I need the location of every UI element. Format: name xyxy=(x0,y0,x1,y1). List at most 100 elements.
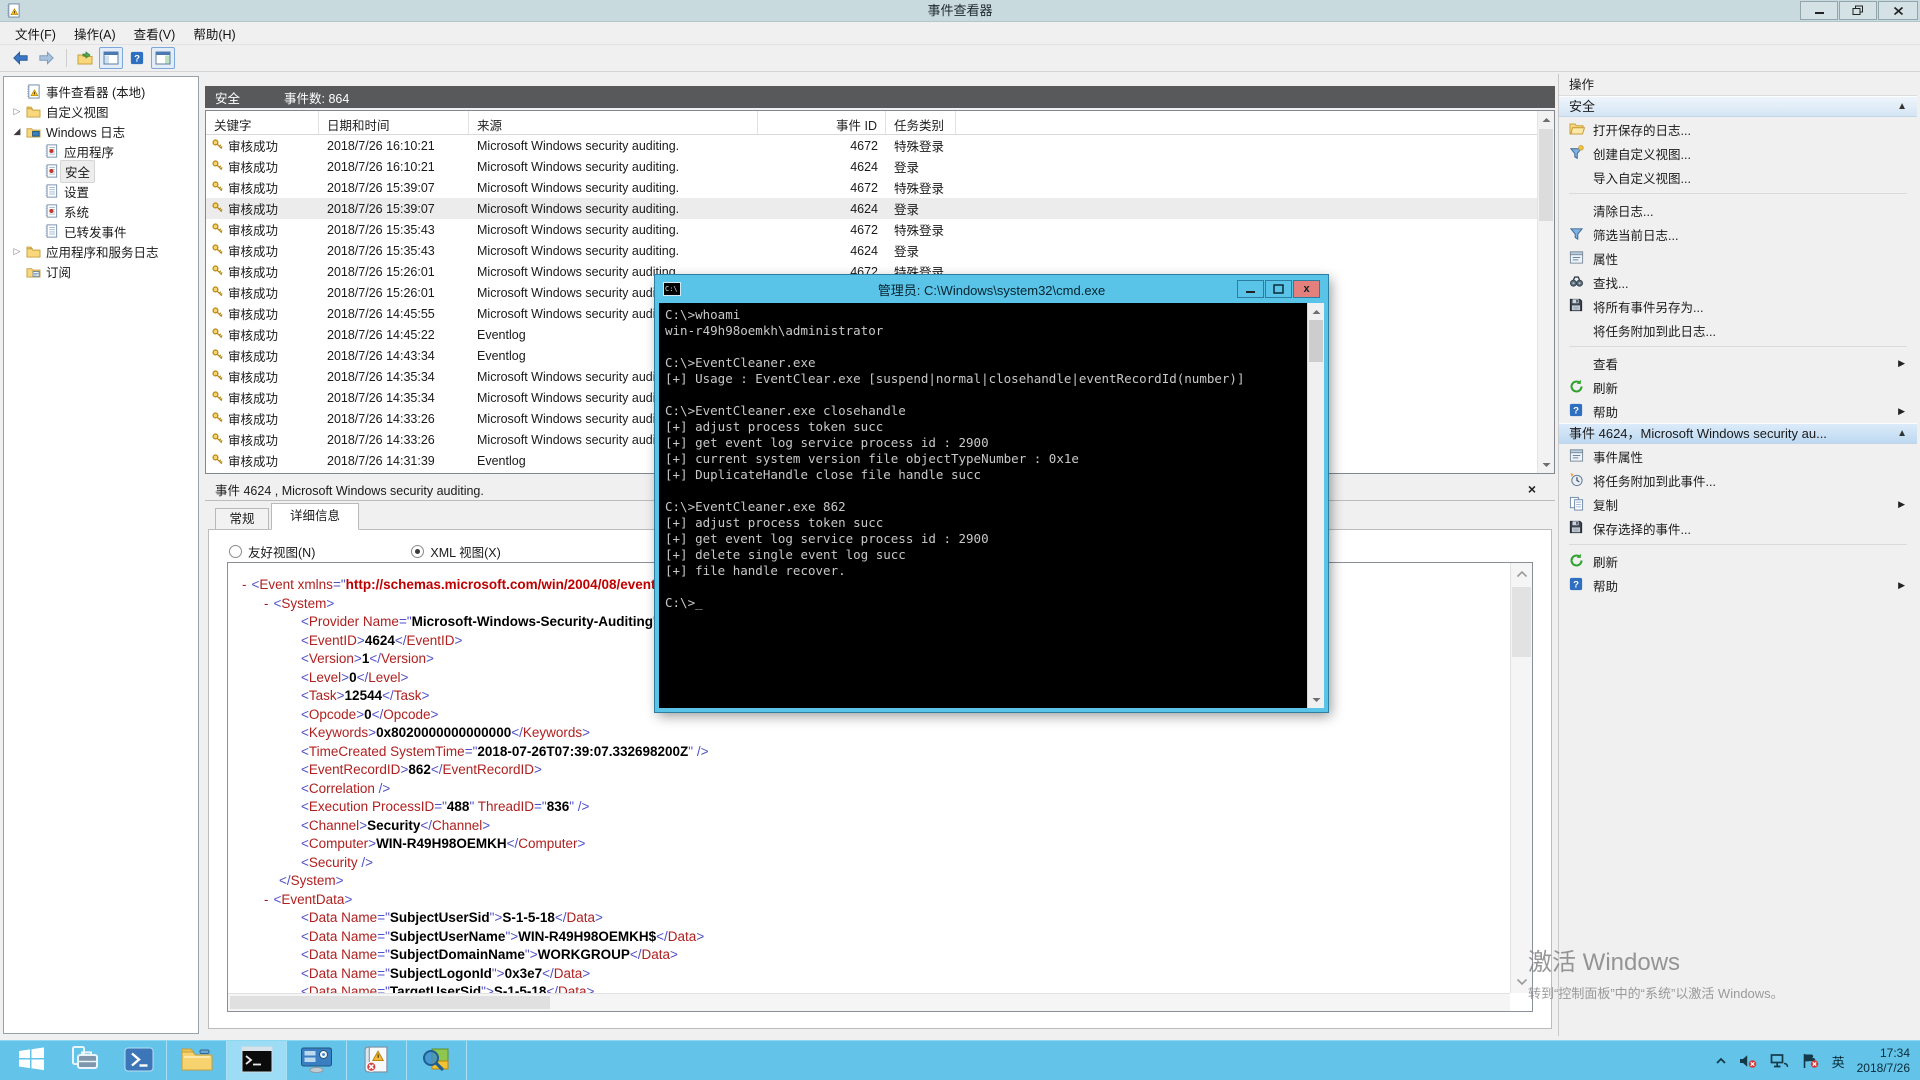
menu-help[interactable]: 帮助(H) xyxy=(184,21,244,46)
scroll-thumb[interactable] xyxy=(1512,587,1531,657)
collapse-section-icon[interactable]: ▲ xyxy=(1897,424,1907,444)
collapse-section-icon[interactable]: ▲ xyxy=(1897,97,1907,117)
flag-error-icon[interactable] xyxy=(1801,1053,1820,1069)
sidebar-item-custom-views[interactable]: ▷自定义视图 xyxy=(4,101,198,121)
scroll-up-button[interactable] xyxy=(1511,563,1532,585)
scroll-down-button[interactable] xyxy=(1511,971,1532,993)
collapse-toggle-icon[interactable]: - xyxy=(264,596,274,611)
volume-muted-icon[interactable] xyxy=(1739,1053,1758,1069)
column-header-1[interactable]: 日期和时间 xyxy=(319,111,469,134)
network-status-icon[interactable] xyxy=(1770,1053,1789,1069)
sidebar-item-system-log[interactable]: 系统 xyxy=(4,201,198,221)
event-row[interactable]: 审核成功2018/7/26 16:10:21Microsoft Windows … xyxy=(206,135,1537,156)
action-item[interactable]: 将所有事件另存为... xyxy=(1559,294,1917,318)
sidebar-item-security-log[interactable]: 安全 xyxy=(4,161,198,181)
clock[interactable]: 17:34 2018/7/26 xyxy=(1857,1046,1910,1076)
action-item[interactable]: 保存选择的事件... xyxy=(1559,516,1917,540)
action-item[interactable]: 刷新 xyxy=(1559,375,1917,399)
action-item[interactable]: 属性 xyxy=(1559,246,1917,270)
detail-close-icon[interactable]: × xyxy=(1523,480,1541,498)
cmd-titlebar[interactable]: C:\ 管理员: C:\Windows\system32\cmd.exe x xyxy=(655,275,1328,303)
tab-details[interactable]: 详细信息 xyxy=(271,503,359,530)
action-item[interactable]: 导入自定义视图... xyxy=(1559,165,1917,189)
column-header-0[interactable]: 关键字 xyxy=(206,111,319,134)
help-button[interactable]: ? xyxy=(125,47,149,69)
back-button[interactable] xyxy=(8,47,32,69)
column-header-2[interactable]: 来源 xyxy=(469,111,758,134)
event-row[interactable]: 审核成功2018/7/26 15:39:07Microsoft Windows … xyxy=(206,177,1537,198)
event-row[interactable]: 审核成功2018/7/26 15:39:07Microsoft Windows … xyxy=(206,198,1537,219)
action-item[interactable]: 打开保存的日志... xyxy=(1559,117,1917,141)
event-row[interactable]: 审核成功2018/7/26 16:10:21Microsoft Windows … xyxy=(206,156,1537,177)
action-item[interactable]: ?帮助▶ xyxy=(1559,573,1917,597)
scroll-thumb[interactable] xyxy=(230,996,550,1009)
xml-view-radio[interactable]: XML 视图(X) xyxy=(411,542,500,561)
start-button[interactable] xyxy=(4,1041,58,1080)
expander-expanded-icon[interactable]: ◢ xyxy=(10,126,24,137)
scroll-down-button[interactable] xyxy=(1308,691,1324,708)
sidebar-item-windows-logs[interactable]: ◢Windows 日志 xyxy=(4,121,198,141)
powershell-button[interactable] xyxy=(112,1041,166,1080)
file-explorer-button[interactable] xyxy=(166,1041,227,1080)
event-row[interactable]: 审核成功2018/7/26 15:35:43Microsoft Windows … xyxy=(206,240,1537,261)
scroll-down-button[interactable] xyxy=(1538,456,1554,473)
scroll-thumb[interactable] xyxy=(1539,129,1553,221)
show-console-tree-button[interactable] xyxy=(99,47,123,69)
tab-general[interactable]: 常规 xyxy=(215,508,269,530)
cmd-maximize-button[interactable] xyxy=(1265,280,1292,298)
scroll-up-button[interactable] xyxy=(1308,303,1324,320)
server-manager-button[interactable] xyxy=(58,1041,112,1080)
action-group-header-0[interactable]: 安全▲ xyxy=(1559,96,1917,117)
restore-button[interactable] xyxy=(1839,1,1877,20)
expander-collapsed-icon[interactable]: ▷ xyxy=(10,246,24,257)
sidebar-item-subscriptions[interactable]: 订阅 xyxy=(4,261,198,281)
expander-collapsed-icon[interactable]: ▷ xyxy=(10,106,24,117)
action-item[interactable]: 筛选当前日志... xyxy=(1559,222,1917,246)
action-item[interactable]: 将任务附加到此日志... xyxy=(1559,318,1917,342)
action-item[interactable]: 将任务附加到此事件... xyxy=(1559,468,1917,492)
scroll-thumb[interactable] xyxy=(1309,320,1323,362)
event-row[interactable]: 审核成功2018/7/26 15:35:43Microsoft Windows … xyxy=(206,219,1537,240)
list-scrollbar[interactable] xyxy=(1537,111,1554,473)
language-indicator[interactable]: 英 xyxy=(1832,1052,1845,1071)
action-item[interactable]: 创建自定义视图... xyxy=(1559,141,1917,165)
cmd-window[interactable]: C:\ 管理员: C:\Windows\system32\cmd.exe x C… xyxy=(655,275,1328,712)
console-output[interactable]: C:\>whoami win-r49h98oemkh\administrator… xyxy=(659,303,1324,708)
action-item[interactable]: 复制▶ xyxy=(1559,492,1917,516)
action-group-header-1[interactable]: 事件 4624，Microsoft Windows security au...… xyxy=(1559,423,1917,444)
action-item[interactable]: 清除日志... xyxy=(1559,198,1917,222)
close-button[interactable] xyxy=(1878,1,1918,20)
console-scrollbar[interactable] xyxy=(1307,303,1324,708)
menu-action[interactable]: 操作(A) xyxy=(65,21,125,46)
sidebar-item-setup-log[interactable]: 设置 xyxy=(4,181,198,201)
column-header-3[interactable]: 事件 ID xyxy=(758,111,886,134)
sidebar-item-forwarded-events-log[interactable]: 已转发事件 xyxy=(4,221,198,241)
forward-button[interactable] xyxy=(34,47,58,69)
column-header-4[interactable]: 任务类别 xyxy=(886,111,956,134)
action-item[interactable]: 事件属性 xyxy=(1559,444,1917,468)
command-prompt-button[interactable] xyxy=(226,1041,287,1080)
scroll-up-button[interactable] xyxy=(1538,111,1554,128)
cmd-minimize-button[interactable] xyxy=(1237,280,1264,298)
xml-hscrollbar[interactable] xyxy=(228,993,1510,1011)
collapse-toggle-icon[interactable]: - xyxy=(242,577,252,592)
system-tool-button[interactable] xyxy=(406,1041,467,1080)
event-viewer-button[interactable] xyxy=(346,1041,407,1080)
action-item[interactable]: ?帮助▶ xyxy=(1559,399,1917,423)
open-saved-log-button[interactable] xyxy=(73,47,97,69)
sidebar-item-application-log[interactable]: 应用程序 xyxy=(4,141,198,161)
action-item[interactable]: 查找... xyxy=(1559,270,1917,294)
cmd-close-button[interactable]: x xyxy=(1293,280,1320,298)
chevron-up-icon[interactable] xyxy=(1715,1056,1727,1066)
menu-file[interactable]: 文件(F) xyxy=(6,21,65,46)
action-pane-button[interactable] xyxy=(151,47,175,69)
friendly-view-radio[interactable]: 友好视图(N) xyxy=(229,542,315,561)
menu-view[interactable]: 查看(V) xyxy=(125,21,185,46)
xml-scrollbar[interactable] xyxy=(1510,563,1532,993)
collapse-toggle-icon[interactable]: - xyxy=(264,892,274,907)
action-item[interactable]: 查看▶ xyxy=(1559,351,1917,375)
action-item[interactable]: 刷新 xyxy=(1559,549,1917,573)
minimize-button[interactable] xyxy=(1800,1,1838,20)
sidebar-item-apps-services-logs[interactable]: ▷应用程序和服务日志 xyxy=(4,241,198,261)
computer-management-button[interactable] xyxy=(286,1041,347,1080)
